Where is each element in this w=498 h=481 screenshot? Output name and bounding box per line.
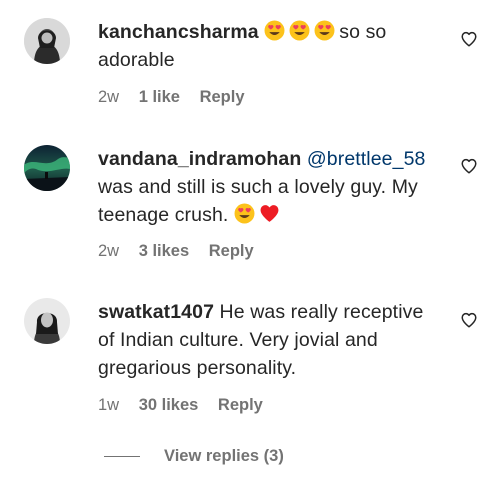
heart-eyes-emoji-icon	[314, 20, 335, 41]
comment-meta: 2w 1 like Reply	[98, 88, 260, 107]
red-heart-emoji-icon	[260, 205, 279, 222]
reply-button[interactable]: Reply	[200, 88, 245, 106]
avatar[interactable]	[24, 298, 70, 344]
comment-likes[interactable]: 3 likes	[139, 242, 189, 260]
comment-meta: 1w 30 likes Reply	[98, 396, 278, 415]
avatar[interactable]	[24, 18, 70, 64]
comment-text: vandana_indramohan @brettlee_58 was and …	[98, 145, 428, 229]
reply-button[interactable]: Reply	[209, 242, 254, 260]
heart-outline-icon[interactable]	[460, 311, 478, 329]
view-replies-button[interactable]: View replies (3)	[104, 447, 284, 466]
avatar[interactable]	[24, 145, 70, 191]
comment-username[interactable]: swatkat1407	[98, 301, 214, 323]
comment-meta: 2w 3 likes Reply	[98, 242, 269, 261]
heart-eyes-emoji-icon	[289, 20, 310, 41]
heart-eyes-emoji-icon	[264, 20, 285, 41]
comment-text: swatkat1407 He was really receptive of I…	[98, 298, 428, 382]
heart-outline-icon[interactable]	[460, 157, 478, 175]
comment-time: 2w	[98, 88, 120, 106]
mention-link[interactable]: @brettlee_58	[307, 148, 426, 170]
heart-eyes-emoji-icon	[234, 203, 255, 224]
reply-button[interactable]: Reply	[218, 396, 263, 414]
comment-username[interactable]: vandana_indramohan	[98, 148, 301, 170]
comment-time: 1w	[98, 396, 120, 414]
heart-outline-icon[interactable]	[460, 30, 478, 48]
comment-likes[interactable]: 1 like	[139, 88, 180, 106]
comment-username[interactable]: kanchancsharma	[98, 21, 259, 43]
comment-body: was and still is such a lovely guy. My t…	[98, 176, 418, 226]
comment-text: kanchancsharma so so adorable	[98, 18, 428, 74]
comment-time: 2w	[98, 242, 120, 260]
view-replies-label[interactable]: View replies (3)	[164, 447, 284, 465]
divider-line	[104, 456, 140, 458]
comment-likes[interactable]: 30 likes	[139, 396, 199, 414]
